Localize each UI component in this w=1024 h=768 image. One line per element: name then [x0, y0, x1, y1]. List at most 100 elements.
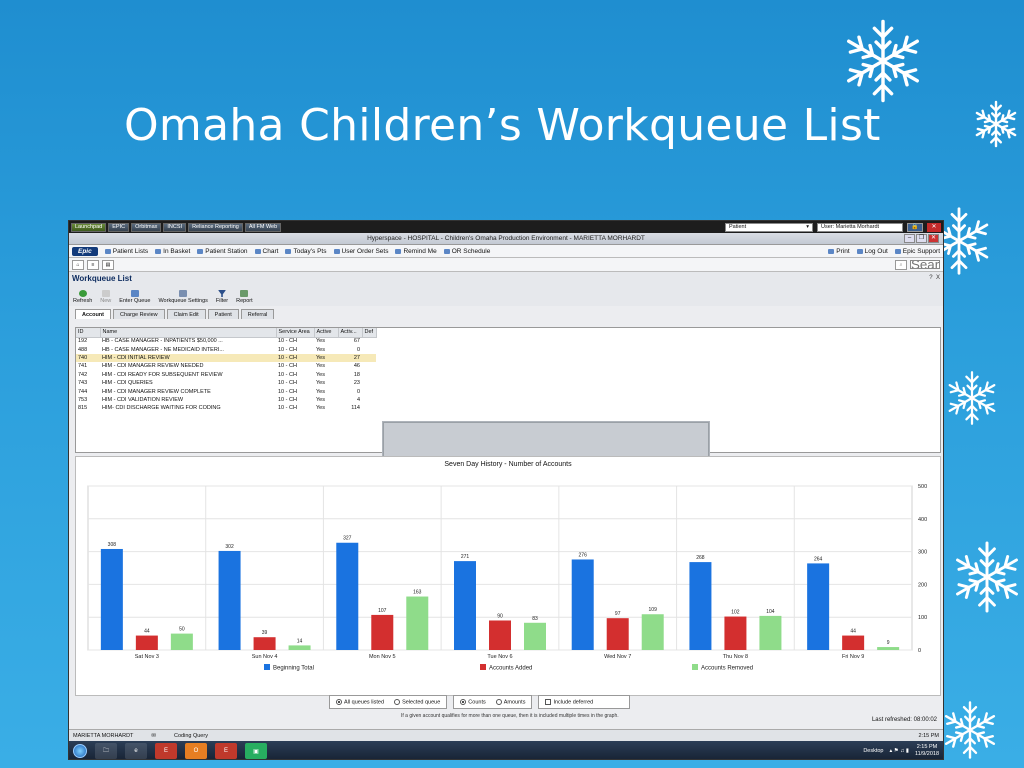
radio-counts[interactable]: Counts	[460, 698, 486, 705]
table-row[interactable]: 742 HIM - CDI READY FOR SUBSEQUENT REVIEW…	[76, 371, 376, 379]
table-row[interactable]: 744 HIM - CDI MANAGER REVIEW COMPLETE 10 -…	[76, 387, 376, 395]
enter-queue-button[interactable]: Enter Queue	[119, 290, 150, 304]
bar-chart: 0 100 200 300 400 500 308 44 50 Sat Nov 3 302 39 14 S…	[87, 484, 927, 672]
tray-icons[interactable]: ▴ ⚑ ♫ ▮	[890, 748, 909, 754]
patient-combo[interactable]: Patient ▾	[725, 222, 813, 232]
table-cell	[362, 379, 376, 387]
x-tick-label: Sun Nov 4	[252, 654, 278, 660]
data-label: 163	[413, 590, 422, 596]
table-row[interactable]: 815 HIM- CDI DISCHARGE WAITING FOR CODING…	[76, 404, 376, 412]
close-icon[interactable]: ✕	[927, 222, 941, 232]
incsi-button[interactable]: INCSI	[163, 222, 187, 232]
launchpad-button[interactable]: Launchpad	[71, 222, 107, 232]
search-icon[interactable]: ⌕	[895, 259, 907, 270]
col-id[interactable]: ID	[76, 328, 101, 338]
outlook-icon[interactable]: O	[185, 743, 207, 759]
radio-amounts[interactable]: Amounts	[495, 698, 525, 705]
table-cell: 488	[78, 346, 88, 353]
settings-icon	[179, 290, 188, 297]
menu-patient-lists[interactable]: Patient Lists	[104, 248, 148, 255]
tab-patient[interactable]: Patient	[207, 309, 239, 319]
menu-chart[interactable]: Chart	[254, 248, 278, 255]
menu-log-out[interactable]: Log Out	[856, 248, 888, 255]
epic-hyperspace-icon[interactable]: E	[215, 743, 237, 759]
start-button[interactable]	[73, 744, 87, 758]
menu-todays-pts[interactable]: Today's Pts	[285, 248, 327, 255]
table-row[interactable]: 741 HIM - CDI MANAGER REVIEW NEEDED 10 - C…	[76, 362, 376, 370]
bar	[606, 618, 629, 650]
desktop-toolbar[interactable]: Desktop	[863, 748, 883, 754]
minimize-icon[interactable]: –	[904, 234, 915, 243]
help-icon[interactable]: ?	[929, 275, 932, 281]
menu-or-schedule[interactable]: OR Schedule	[443, 248, 490, 255]
bar	[253, 637, 276, 650]
epic-menubar: Epic Patient Lists In Basket Patient Sta…	[69, 245, 943, 258]
envelope-icon[interactable]: ✉	[151, 733, 156, 739]
table-row[interactable]: 192 HB - CASE MANAGER - INPATIENTS $50,00…	[76, 337, 376, 345]
menu-patient-station[interactable]: Patient Station	[197, 248, 248, 255]
home-icon[interactable]: ⌂	[72, 259, 84, 270]
menu-epic-support[interactable]: Epic Support	[894, 248, 940, 255]
table-row[interactable]: 740 HIM - CDI INITIAL REVIEW 10 - CH Yes 27	[76, 353, 376, 363]
bar	[877, 647, 900, 650]
data-label: 264	[814, 556, 823, 562]
user-combo[interactable]: User: Marietta Morhardt	[817, 222, 903, 232]
legend-swatch	[264, 664, 270, 670]
data-label: 102	[731, 610, 740, 616]
col-name[interactable]: Name	[100, 328, 277, 338]
status-mode: Coding Query	[174, 732, 208, 739]
taskbar-clock[interactable]: 2:15 PM 11/9/2018	[915, 744, 939, 758]
data-label: 104	[766, 609, 775, 615]
app-icon[interactable]: ▣	[245, 743, 267, 759]
file-explorer-icon[interactable]: 🗀	[95, 743, 117, 759]
all-fm-web-button[interactable]: All FM Web	[244, 222, 282, 232]
flag-icon	[395, 248, 402, 254]
internet-explorer-icon[interactable]: e	[125, 743, 147, 759]
list-view-icon[interactable]: ≡	[87, 259, 99, 270]
data-label: 44	[850, 629, 856, 635]
col-active[interactable]: Active	[314, 328, 339, 338]
table-cell	[362, 353, 376, 363]
close-activity-icon[interactable]: X	[936, 275, 940, 281]
reliance-reporting-button[interactable]: Reliance Reporting	[188, 222, 243, 232]
orbitmax-button[interactable]: Orbitmax	[131, 222, 162, 232]
tab-claim-edit[interactable]: Claim Edit	[166, 309, 206, 319]
radio-selected-queue[interactable]: Selected queue	[394, 698, 440, 705]
tab-referral[interactable]: Referral	[240, 309, 275, 319]
table-cell: 10 - CH	[278, 405, 297, 412]
col-deferred[interactable]: Def	[362, 328, 377, 338]
bar	[689, 562, 712, 650]
epic-button[interactable]: EPIC	[108, 222, 130, 232]
window-title: Hyperspace - HOSPITAL - Children's Omaha…	[367, 235, 645, 242]
tab-account[interactable]: Account	[75, 309, 111, 319]
refresh-button[interactable]: Refresh	[73, 290, 92, 304]
menu-user-order-sets[interactable]: User Order Sets	[333, 248, 388, 255]
filter-icon	[218, 290, 227, 297]
workqueue-settings-button[interactable]: Workqueue Settings	[158, 290, 208, 304]
radio-icon	[495, 698, 502, 705]
menu-print[interactable]: Print	[828, 248, 850, 255]
table-row[interactable]: 743 HIM - CDI QUERIES 10 - CH Yes 23	[76, 379, 376, 387]
snowflake-icon	[952, 541, 1022, 613]
activity-icon-row: ⌂ ≡ ▤ ⌕	[69, 258, 943, 272]
lock-icon[interactable]: 🔒	[907, 222, 923, 232]
new-button[interactable]: New	[100, 290, 111, 304]
search-input[interactable]	[910, 260, 940, 269]
include-deferred-checkbox[interactable]: Include deferred	[538, 695, 631, 709]
tab-charge-review[interactable]: Charge Review	[113, 309, 165, 319]
filter-button[interactable]: Filter	[216, 290, 228, 304]
table-row[interactable]: 488 HB - CASE MANAGER - NE MEDICAID INTER…	[76, 345, 376, 353]
col-active-count[interactable]: Activ...	[338, 328, 363, 338]
radio-all-queues[interactable]: All queues listed	[336, 698, 384, 705]
table-row[interactable]: 753 HIM - CDI VALIDATION REVIEW 10 - CH Yes…	[76, 396, 376, 404]
restore-icon[interactable]: ❐	[916, 234, 927, 243]
workqueue-icon[interactable]: ▤	[102, 259, 114, 270]
col-service-area[interactable]: Service Area	[276, 328, 315, 338]
menu-remind-me[interactable]: Remind Me	[395, 248, 437, 255]
report-button[interactable]: Report	[236, 290, 253, 304]
menu-in-basket[interactable]: In Basket	[155, 248, 190, 255]
close-window-icon[interactable]: ✕	[928, 234, 939, 243]
epic-logo[interactable]: Epic	[72, 246, 98, 256]
epic-app-icon[interactable]: E	[155, 743, 177, 759]
table-cell: 815	[78, 405, 88, 412]
